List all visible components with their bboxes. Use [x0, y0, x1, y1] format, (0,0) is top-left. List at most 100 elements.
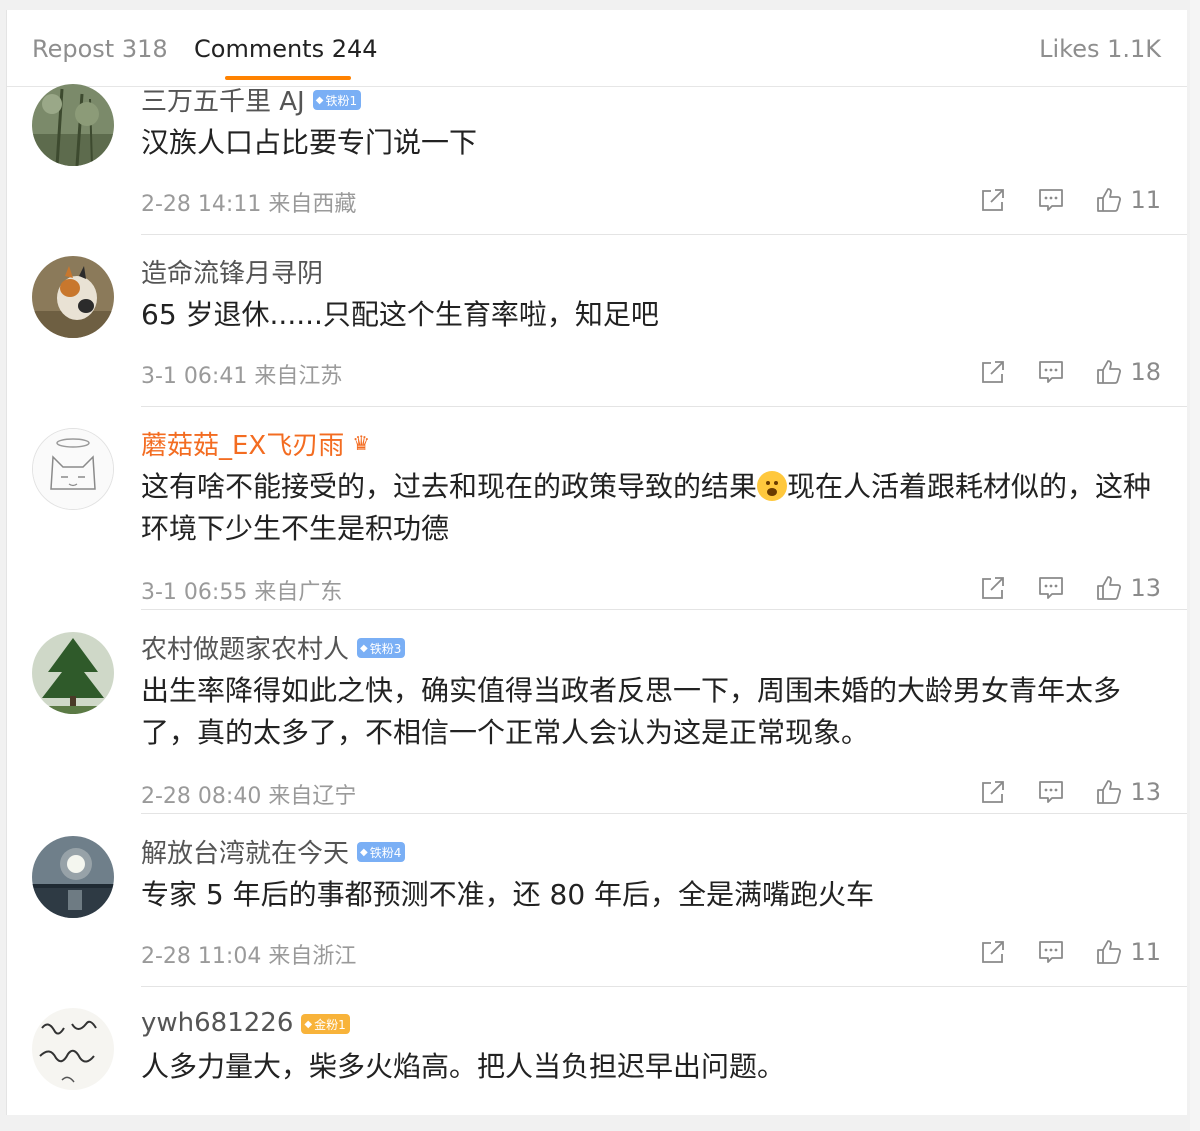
comment-item: 农村做题家农村人 ◆ 铁粉3 出生率降得如此之快，确实值得当政者反思一下，周围未婚… — [7, 628, 1187, 814]
username[interactable]: 农村做题家农村人 — [141, 629, 349, 666]
share-icon[interactable] — [980, 187, 1006, 213]
right-scroll-gutter — [1190, 0, 1200, 1131]
diamond-icon: ◆ — [360, 846, 368, 858]
tab-comments[interactable]: Comments 244 — [194, 34, 378, 64]
divider — [141, 609, 1187, 610]
username[interactable]: 三万五千里 AJ — [141, 81, 305, 118]
username-row: 三万五千里 AJ ◆ 铁粉1 — [141, 81, 362, 118]
thumbs-up-icon — [1097, 576, 1122, 600]
comment-time: 2-28 08:40 — [141, 784, 262, 809]
like-button[interactable]: 13 — [1096, 778, 1161, 806]
comment-time: 3-1 06:41 — [141, 364, 248, 389]
fan-badge[interactable]: ◆ 铁粉4 — [357, 842, 406, 862]
like-button[interactable]: 13 — [1096, 574, 1161, 602]
comment-meta: 3-1 06:41 来自江苏 — [141, 358, 342, 390]
avatar[interactable] — [32, 632, 114, 714]
comment-icon[interactable] — [1038, 779, 1064, 805]
comment-icon[interactable] — [1038, 359, 1064, 385]
fan-badge-label: 铁粉4 — [369, 845, 402, 860]
comment-actions: 13 — [980, 776, 1161, 808]
fan-badge[interactable]: ◆ 金粉1 — [301, 1014, 350, 1034]
comment-meta: 2-28 08:40 来自辽宁 — [141, 778, 356, 810]
username-row: 解放台湾就在今天 ◆ 铁粉4 — [141, 833, 406, 870]
thumbs-up-icon — [1097, 940, 1122, 964]
comment-location: 来自西藏 — [268, 192, 357, 217]
diamond-icon: ◆ — [360, 642, 368, 654]
like-count: 11 — [1130, 938, 1161, 966]
tab-likes[interactable]: Likes 1.1K — [1039, 34, 1161, 64]
share-icon[interactable] — [980, 939, 1006, 965]
crying-face-emoji — [757, 471, 788, 501]
comment-actions: 11 — [980, 184, 1161, 216]
comment-icon[interactable] — [1038, 939, 1064, 965]
thumbs-up-icon — [1097, 360, 1122, 384]
comments-panel: Repost 318 Comments 244 Likes 1.1K 三万五千里… — [6, 10, 1187, 1115]
comment-time: 2-28 14:11 — [141, 192, 262, 217]
username-row: 农村做题家农村人 ◆ 铁粉3 — [141, 629, 406, 666]
divider — [141, 406, 1187, 407]
fan-badge-label: 铁粉1 — [325, 93, 358, 108]
fan-badge[interactable]: ◆ 铁粉1 — [312, 90, 362, 110]
crown-icon[interactable]: ♛ — [352, 431, 370, 455]
avatar[interactable] — [32, 1008, 114, 1090]
comment-time: 3-1 06:55 — [141, 580, 248, 605]
like-button[interactable]: 11 — [1096, 186, 1161, 214]
like-count: 13 — [1130, 778, 1161, 806]
avatar[interactable] — [32, 428, 114, 510]
comment-item: 解放台湾就在今天 ◆ 铁粉4 专家 5 年后的事都预测不准，还 80 年后，全是满… — [7, 832, 1187, 987]
comment-text: 出生率降得如此之快，确实值得当政者反思一下，周围未婚的大龄男女青年太多了，真的太… — [141, 674, 1122, 749]
like-count: 11 — [1130, 186, 1161, 214]
comment-text: 专家 5 年后的事都预测不准，还 80 年后，全是满嘴跑火车 — [141, 878, 875, 911]
fan-badge-label: 金粉1 — [314, 1017, 346, 1032]
thumbs-up-icon — [1097, 188, 1122, 212]
comment-location: 来自广东 — [254, 580, 343, 605]
diamond-icon: ◆ — [304, 1018, 313, 1030]
divider — [141, 234, 1187, 235]
share-icon[interactable] — [980, 359, 1006, 385]
comment-text: 汉族人口占比要专门说一下 — [141, 126, 478, 159]
comment-icon[interactable] — [1038, 575, 1064, 601]
comment-meta: 2-28 11:04 来自浙江 — [141, 938, 356, 970]
comment-item: 造命流锋月寻阴 65 岁退休......只配这个生育率啦，知足吧 3-1 06:… — [7, 252, 1187, 407]
username[interactable]: 解放台湾就在今天 — [141, 833, 349, 870]
comment-meta: 3-1 06:55 来自广东 — [141, 574, 342, 606]
username-row: 蘑菇菇_EX飞刃雨 ♛ — [141, 425, 370, 462]
avatar[interactable] — [32, 84, 114, 166]
comment-location: 来自江苏 — [254, 364, 343, 389]
comment-actions: 18 — [980, 356, 1161, 388]
username[interactable]: ywh681226 — [141, 1008, 293, 1038]
share-icon[interactable] — [980, 575, 1006, 601]
like-count: 18 — [1130, 358, 1161, 386]
comment-location: 来自辽宁 — [268, 784, 357, 809]
tab-bar: Repost 318 Comments 244 Likes 1.1K — [7, 10, 1187, 87]
comment-text-part: 这有啥不能接受的，过去和现在的政策导致的结果 — [141, 470, 758, 503]
share-icon[interactable] — [980, 779, 1006, 805]
like-count: 13 — [1130, 574, 1161, 602]
avatar[interactable] — [32, 256, 114, 338]
comment-meta: 2-28 14:11 来自西藏 — [141, 186, 356, 218]
avatar[interactable] — [32, 836, 114, 918]
tab-repost[interactable]: Repost 318 — [32, 34, 168, 64]
like-button[interactable]: 11 — [1096, 938, 1161, 966]
comment-text: 这有啥不能接受的，过去和现在的政策导致的结果 现在人活着跟耗材似的，这种环境下少生… — [141, 466, 1171, 550]
comment-item: 蘑菇菇_EX飞刃雨 ♛ 这有啥不能接受的，过去和现在的政策导致的结果 现在人活着跟… — [7, 424, 1187, 610]
divider — [141, 986, 1187, 987]
comment-item: ywh681226 ◆ 金粉1 人多力量大，柴多火焰高。把人当负担迟早出问题。 — [7, 1004, 1187, 1115]
divider — [141, 813, 1187, 814]
comment-actions: 13 — [980, 572, 1161, 604]
comment-location: 来自浙江 — [268, 944, 357, 969]
username-row: 造命流锋月寻阴 — [141, 253, 323, 290]
username-row: ywh681226 ◆ 金粉1 — [141, 1006, 350, 1040]
comment-icon[interactable] — [1038, 187, 1064, 213]
comment-time: 2-28 11:04 — [141, 944, 262, 969]
username[interactable]: 造命流锋月寻阴 — [141, 253, 323, 290]
diamond-icon: ◆ — [315, 94, 324, 106]
comment-text: 65 岁退休......只配这个生育率啦，知足吧 — [141, 298, 659, 331]
fan-badge[interactable]: ◆ 铁粉3 — [357, 638, 406, 658]
fan-badge-label: 铁粉3 — [369, 641, 402, 656]
thumbs-up-icon — [1097, 780, 1122, 804]
comment-text: 人多力量大，柴多火焰高。把人当负担迟早出问题。 — [141, 1050, 786, 1083]
like-button[interactable]: 18 — [1096, 358, 1161, 386]
username[interactable]: 蘑菇菇_EX飞刃雨 — [141, 425, 344, 462]
comment-actions: 11 — [980, 936, 1161, 968]
